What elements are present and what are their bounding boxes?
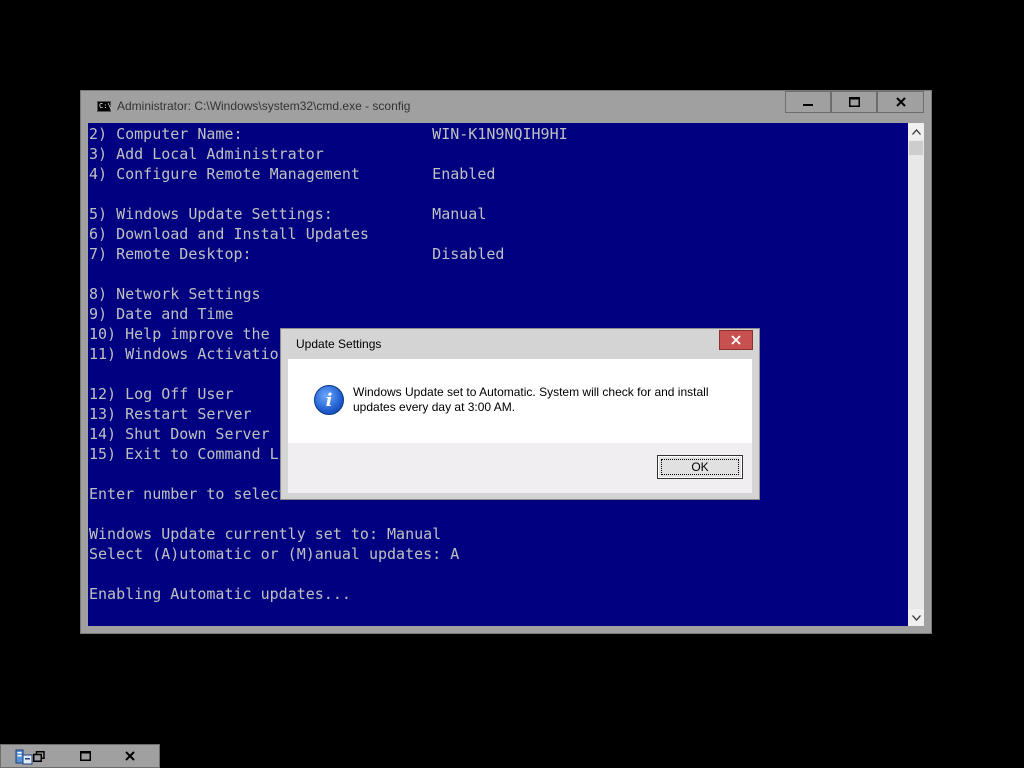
console-line: 8) Network Settings [89, 285, 261, 303]
close-button[interactable] [122, 748, 138, 764]
console-line: 12) Log Off User [89, 385, 234, 403]
close-button[interactable] [877, 91, 924, 113]
scroll-down-button[interactable] [908, 609, 924, 626]
chevron-down-icon [911, 614, 921, 621]
close-icon [731, 335, 741, 345]
console-line: 5) Windows Update Settings: Manual [89, 205, 487, 223]
console-line: 15) Exit to Command Li [89, 445, 288, 463]
console-line: 2) Computer Name: WIN-K1N9NQIH9HI [89, 125, 568, 143]
maximize-button[interactable] [77, 748, 93, 764]
cmd-window-title: Administrator: C:\Windows\system32\cmd.e… [117, 99, 411, 113]
chevron-up-icon [911, 128, 921, 135]
information-icon: i [314, 385, 344, 415]
maximize-button[interactable] [831, 91, 877, 113]
close-icon [895, 97, 906, 107]
minimized-window[interactable] [0, 744, 160, 768]
update-settings-dialog: Update Settings i Windows Update set to … [280, 328, 760, 500]
dialog-footer: OK [288, 443, 752, 493]
console-line: Enabling Automatic updates... [89, 585, 351, 603]
restore-icon [33, 750, 45, 762]
console-line: 9) Date and Time [89, 305, 234, 323]
console-line: Windows Update currently set to: Manual [89, 525, 442, 543]
scroll-up-button[interactable] [908, 123, 924, 140]
restore-button[interactable] [31, 748, 47, 764]
dialog-titlebar[interactable]: Update Settings [281, 329, 759, 359]
scroll-thumb[interactable] [909, 141, 923, 155]
dialog-message: Windows Update set to Automatic. System … [353, 385, 709, 414]
maximize-icon [848, 97, 860, 107]
console-line: Enter number to select [89, 485, 288, 503]
dialog-title: Update Settings [296, 337, 382, 351]
dialog-close-button[interactable] [719, 330, 753, 350]
minimize-button[interactable] [785, 91, 831, 113]
console-line: 6) Download and Install Updates [89, 225, 369, 243]
console-line: 10) Help improve the p [89, 325, 288, 343]
cmd-titlebar[interactable]: C:\ Administrator: C:\Windows\system32\c… [81, 91, 931, 123]
dialog-body: i Windows Update set to Automatic. Syste… [288, 359, 752, 443]
console-line: 14) Shut Down Server [89, 425, 270, 443]
close-icon [125, 751, 135, 761]
console-line: 3) Add Local Administrator [89, 145, 324, 163]
console-line: 4) Configure Remote Management Enabled [89, 165, 496, 183]
console-line: 11) Windows Activation [89, 345, 288, 363]
vertical-scrollbar[interactable] [908, 123, 924, 626]
console-line: Select (A)utomatic or (M)anual updates: … [89, 545, 460, 563]
ok-button[interactable]: OK [657, 455, 743, 479]
cmd-icon[interactable]: C:\ [97, 101, 112, 112]
console-line: 13) Restart Server [89, 405, 252, 423]
minimize-icon [803, 104, 813, 106]
maximize-icon [79, 751, 91, 761]
console-line: 7) Remote Desktop: Disabled [89, 245, 505, 263]
